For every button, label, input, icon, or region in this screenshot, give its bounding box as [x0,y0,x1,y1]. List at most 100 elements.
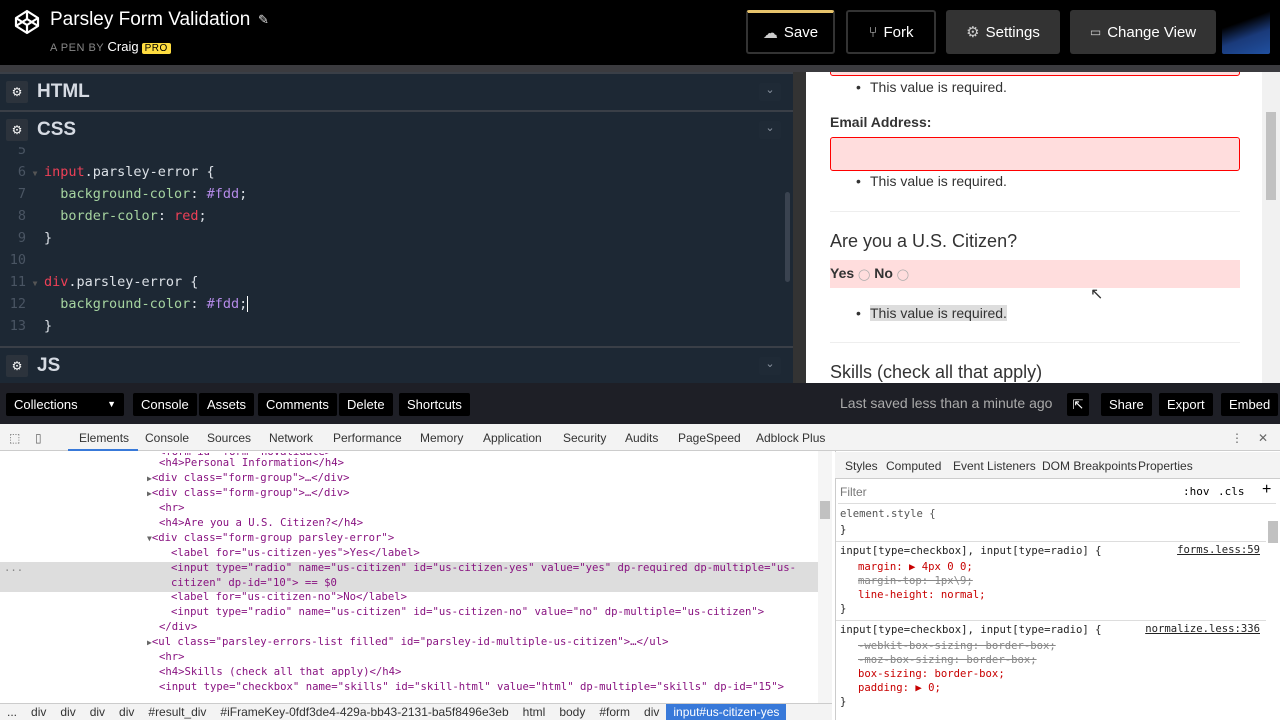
rule-selector[interactable]: element.style { [840,507,936,521]
save-button[interactable]: ☁ Save [746,10,835,54]
tab-application[interactable]: Application [483,431,542,445]
dom-node[interactable]: <label for="us-citizen-no">No</label> [171,590,407,605]
assets-button[interactable]: Assets [199,393,255,416]
gear-icon[interactable]: ⚙ [6,80,28,103]
name-input[interactable] [830,72,1240,76]
close-icon[interactable]: ✕ [1258,431,1268,445]
console-button[interactable]: Console [133,393,197,416]
breadcrumb-item[interactable]: div [112,704,141,720]
styles-scrollbar[interactable] [1268,521,1278,543]
edit-pencil-icon[interactable]: ✎ [258,12,269,28]
tab-styles[interactable]: Styles [845,459,878,473]
dom-node[interactable]: <hr> [159,501,185,516]
tab-performance[interactable]: Performance [333,431,402,445]
codepen-logo-icon[interactable] [14,9,40,35]
tab-properties[interactable]: Properties [1138,459,1193,473]
share-button[interactable]: Share [1101,393,1152,416]
collections-dropdown[interactable]: Collections ▼ [6,393,124,416]
js-panel-header[interactable]: ⚙ JS ⌄ [0,346,793,383]
css-declaration-overridden[interactable]: margin-top: 1px\9; [858,574,973,588]
breadcrumb-item[interactable]: #iFrameKey-0fdf3de4-429a-bb43-2131-ba5f8… [213,704,515,720]
dom-node-selected[interactable]: <input type="radio" name="us-citizen" id… [171,561,796,576]
rule-selector[interactable]: input[type=checkbox], input[type=radio] … [840,623,1102,637]
dom-node[interactable]: ▶<ul class="parsley-errors-list filled" … [147,635,668,650]
dom-node[interactable]: <label for="us-citizen-yes">Yes</label> [171,546,420,561]
breadcrumb-item[interactable]: div [637,704,666,720]
yes-radio[interactable]: ◯ [858,269,870,281]
tab-elements[interactable]: Elements [79,431,129,445]
gear-icon[interactable]: ⚙ [6,354,28,377]
inspect-element-icon[interactable]: ⬚ [9,431,20,445]
tab-adblock-plus[interactable]: Adblock Plus [756,431,825,445]
tab-dom-breakpoints[interactable]: DOM Breakpoints [1042,459,1137,473]
more-options-icon[interactable]: ⋮ [1231,431,1243,445]
delete-button[interactable]: Delete [339,393,393,416]
breadcrumb-item[interactable]: #result_div [141,704,213,720]
html-panel-header[interactable]: ⚙ HTML ⌄ [0,72,793,109]
tab-console[interactable]: Console [145,431,189,445]
css-declaration-overridden[interactable]: -webkit-box-sizing: border-box; [858,639,1056,653]
email-input[interactable] [830,137,1240,171]
breadcrumb-item-selected[interactable]: input#us-citizen-yes [666,704,787,720]
fold-arrow-icon[interactable]: ▼ [26,163,44,185]
css-code-editor[interactable]: 5 6 ▼ input.parsley-error { 7 background-c… [0,147,793,345]
rule-source-link[interactable]: forms.less:59 [1177,544,1260,556]
dom-node[interactable]: ▶<div class="form-group">…</div> [147,471,350,486]
dom-node[interactable]: </div> [159,620,197,635]
dom-node-selected-cont[interactable]: citizen" dp-id="10"> == $0 [171,576,337,591]
tab-computed[interactable]: Computed [886,459,941,473]
tab-network[interactable]: Network [269,431,313,445]
dom-node[interactable]: ▶<div class="form-group">…</div> [147,486,350,501]
tab-sources[interactable]: Sources [207,431,251,445]
pen-title[interactable]: Parsley Form Validation [50,9,250,31]
panel-resizer[interactable] [793,72,806,383]
tab-audits[interactable]: Audits [625,431,658,445]
device-toolbar-icon[interactable]: ▯ [35,431,42,445]
breadcrumb-item[interactable]: #form [592,704,637,720]
breadcrumb-item[interactable]: div [83,704,112,720]
no-label[interactable]: No [874,265,893,281]
dom-node[interactable]: <input type="radio" name="us-citizen" id… [171,605,764,620]
fork-button[interactable]: ⑂ Fork [846,10,936,54]
dom-node[interactable]: ▼<div class="form-group parsley-error"> [147,531,394,546]
comments-button[interactable]: Comments [258,393,337,416]
rule-source-link[interactable]: normalize.less:336 [1145,623,1260,635]
tab-pagespeed[interactable]: PageSpeed [678,431,741,445]
resize-bar[interactable] [0,65,1280,72]
tab-event-listeners[interactable]: Event Listeners [953,459,1036,473]
dom-node[interactable]: <hr> [159,650,185,665]
breadcrumb-item[interactable]: ... [0,704,24,720]
change-view-button[interactable]: ▭ Change View [1070,10,1216,54]
dom-tree-scrollbar[interactable] [818,451,832,703]
breadcrumb-item[interactable]: div [53,704,82,720]
no-radio[interactable]: ◯ [897,269,909,281]
preview-scroll-thumb[interactable] [1266,112,1276,200]
dom-node[interactable]: <h4>Skills (check all that apply)</h4> [159,665,401,680]
css-panel-header[interactable]: ⚙ CSS ⌄ [0,110,793,147]
export-button[interactable]: Export [1159,393,1213,416]
dom-tree[interactable]: <form id="form" novalidate> <h4>Personal… [0,451,818,703]
chevron-down-icon[interactable]: ⌄ [759,82,781,101]
breadcrumb-item[interactable]: div [24,704,53,720]
editor-scrollbar[interactable] [785,192,790,282]
new-style-rule-button[interactable]: + [1262,481,1271,499]
node-actions-ellipsis[interactable]: ... [4,561,23,576]
gear-icon[interactable]: ⚙ [6,118,28,141]
author-link[interactable]: Craig [108,39,139,54]
css-declaration-overridden[interactable]: -moz-box-sizing: border-box; [858,653,1037,667]
chevron-down-icon[interactable]: ⌄ [759,120,781,139]
embed-button[interactable]: Embed [1221,393,1279,416]
tab-memory[interactable]: Memory [420,431,463,445]
dom-node[interactable]: <h4>Personal Information</h4> [159,456,344,471]
dom-node[interactable]: <input type="checkbox" name="skills" id=… [159,680,784,695]
shortcuts-button[interactable]: Shortcuts [399,393,470,416]
styles-filter-input[interactable]: Filter [840,485,867,499]
external-link-icon[interactable]: ⇱ [1067,393,1089,416]
rule-selector[interactable]: input[type=checkbox], input[type=radio] … [840,544,1102,558]
css-declaration[interactable]: padding: ▶ 0; [858,681,941,695]
chevron-down-icon[interactable]: ⌄ [759,356,781,375]
hov-toggle[interactable]: :hov [1183,485,1210,498]
yes-label[interactable]: Yes [830,265,854,281]
css-declaration[interactable]: margin: ▶ 4px 0 0; [858,560,973,574]
css-declaration[interactable]: box-sizing: border-box; [858,667,1005,681]
